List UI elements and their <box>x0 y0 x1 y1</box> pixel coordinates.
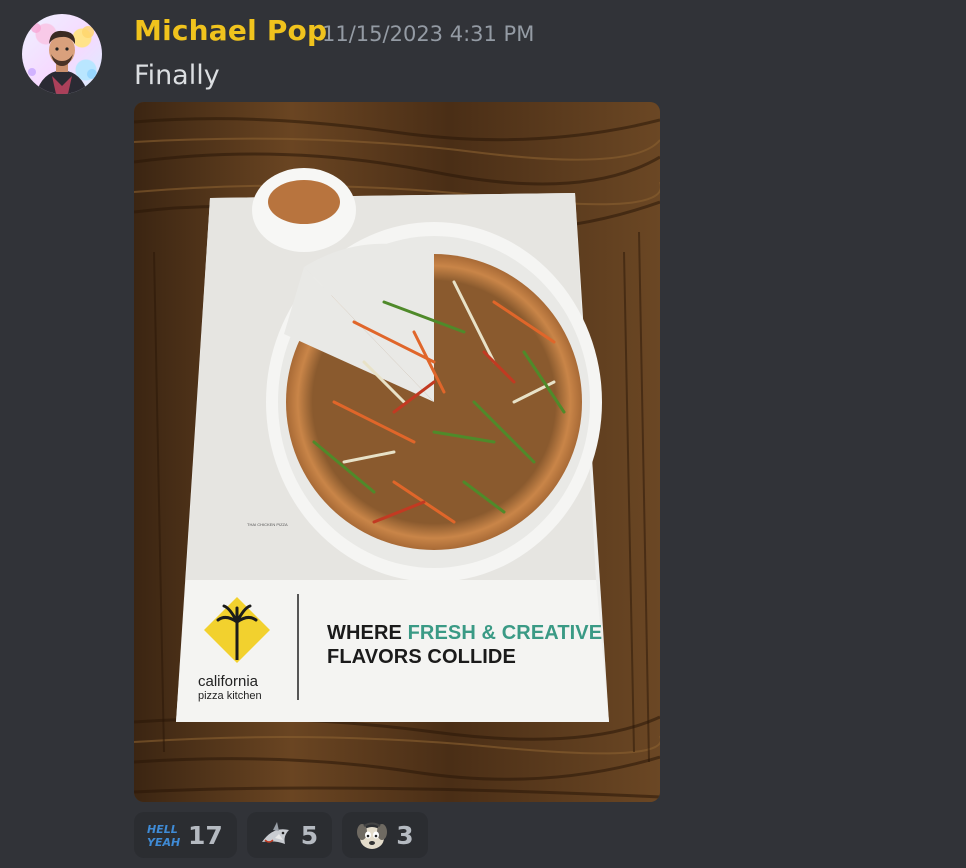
headline-line2: FLAVORS COLLIDE <box>327 646 516 668</box>
message-text: Finally <box>134 60 220 91</box>
headline-line1-dark: WHERE <box>327 622 408 644</box>
reaction-count: 5 <box>300 820 319 850</box>
pizza-caption: THAI CHICKEN PIZZA <box>247 522 288 527</box>
hell-yeah-text-2: YEAH <box>147 836 180 849</box>
hell-yeah-emoji: HELL YEAH <box>146 818 180 852</box>
reaction-count: 17 <box>188 820 223 850</box>
reaction-gromit[interactable]: 3 <box>342 812 428 858</box>
headline-line1-accent: FRESH & CREATIVE <box>407 622 603 644</box>
avatar-image <box>28 23 97 94</box>
message-timestamp[interactable]: 11/15/2023 4:31 PM <box>322 22 534 46</box>
avatar[interactable] <box>22 14 102 94</box>
menu-headline: WHERE FRESH & CREATIVE FLAVORS COLLIDE <box>327 621 602 669</box>
reaction-hell-yeah[interactable]: HELL YEAH 17 <box>134 812 237 858</box>
gromit-emoji <box>354 818 388 852</box>
brand-subtitle: pizza kitchen <box>198 690 262 702</box>
reactions-bar: HELL YEAH 17 5 3 <box>134 812 428 858</box>
reaction-count: 3 <box>396 820 414 850</box>
brand-name: california <box>198 673 259 690</box>
hell-yeah-text-1: HELL <box>147 823 178 836</box>
author-name[interactable]: Michael Pop <box>134 14 327 47</box>
image-attachment[interactable]: THAI CHICKEN PIZZA california pizza kitc… <box>134 102 660 802</box>
reaction-shark[interactable]: 5 <box>246 812 333 858</box>
shark-emoji <box>259 818 293 852</box>
